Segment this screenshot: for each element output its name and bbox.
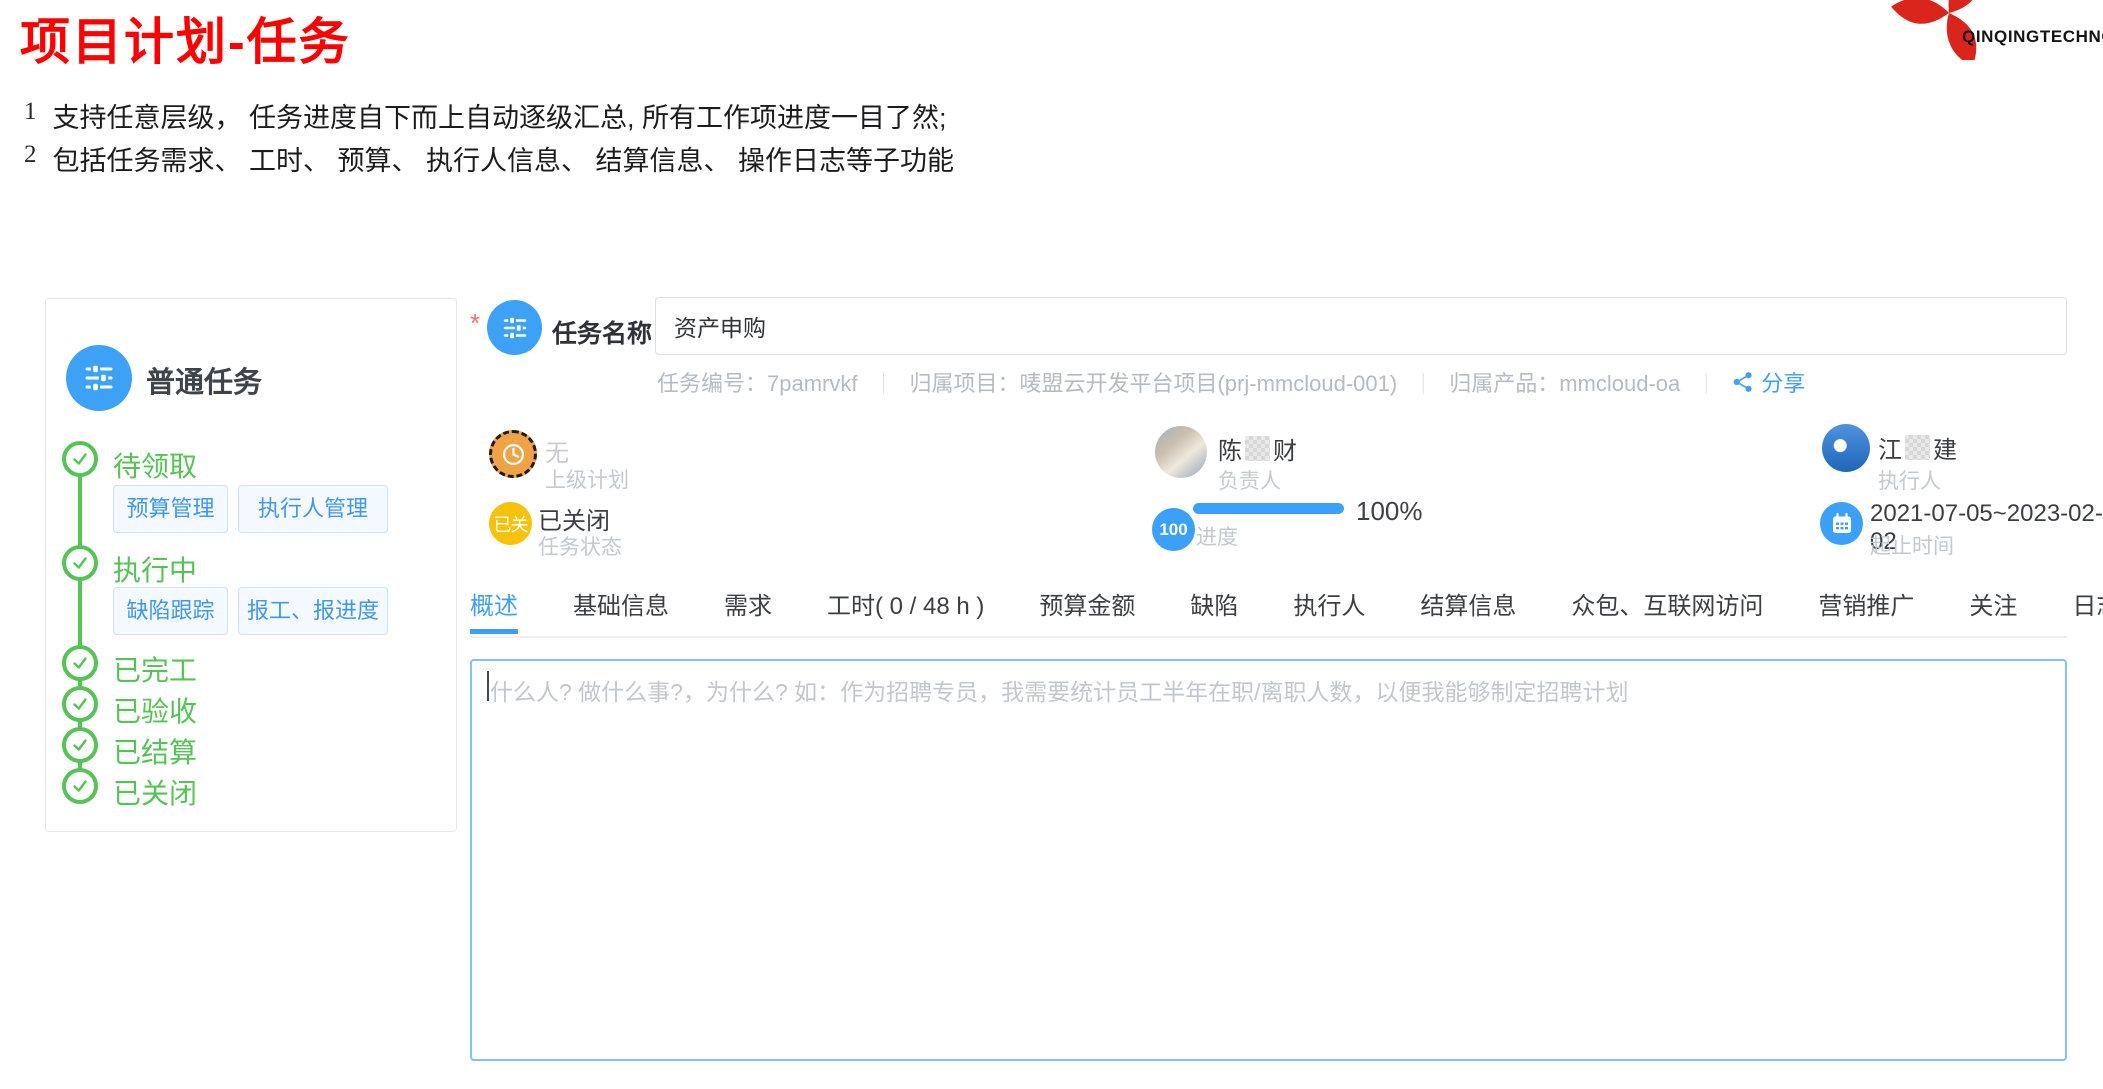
tab-logs[interactable]: 日志 [2072, 586, 2103, 634]
executor-management-button[interactable]: 执行人管理 [238, 485, 388, 533]
feature-bullet-1: 1 支持任意层级， 任务进度自下而上自动逐级汇总, 所有工作项进度一目了然; [24, 96, 947, 135]
meta-divider: ｜ [1413, 368, 1433, 397]
tab-marketing[interactable]: 营销推广 [1818, 586, 1914, 634]
sliders-icon [500, 313, 530, 343]
stage-check-icon [62, 727, 98, 763]
status-label: 任务状态 [538, 531, 622, 561]
task-type-icon [66, 345, 132, 411]
task-project: 归属项目：唛盟云开发平台项目(prj-mmcloud-001) [909, 366, 1397, 398]
executor-name: 江 建 [1878, 430, 1957, 465]
owner-role-label: 负责人 [1218, 465, 1281, 495]
stage-check-icon [62, 441, 98, 477]
tab-defects[interactable]: 缺陷 [1190, 586, 1238, 634]
executor-name-text: 建 [1933, 430, 1957, 465]
sidebar-stage-settled: 已结算 [113, 731, 197, 771]
detail-tabs: 概述 基础信息 需求 工时( 0 / 48 h ) 预算金额 缺陷 执行人 结算… [470, 586, 2103, 634]
parent-plan-clock-icon [489, 430, 537, 478]
owner-avatar [1155, 426, 1207, 478]
brand-name: QINQINGTECHNO [1962, 27, 2103, 47]
progress-percent: 100% [1356, 496, 1423, 527]
task-name-input[interactable] [655, 297, 2067, 355]
bullet-number: 2 [24, 139, 37, 178]
tab-overview[interactable]: 概述 [470, 586, 518, 634]
owner-name-text: 财 [1273, 431, 1297, 466]
executor-avatar [1822, 424, 1870, 472]
tab-settlement[interactable]: 结算信息 [1420, 586, 1516, 634]
sidebar-stage-completed: 已完工 [113, 649, 197, 689]
tab-budget[interactable]: 预算金额 [1039, 586, 1135, 634]
progress-fill [1193, 503, 1344, 514]
parent-plan-value: 无 [545, 433, 569, 468]
page: 项目计划-任务 1 支持任意层级， 任务进度自下而上自动逐级汇总, 所有工作项进… [0, 0, 2103, 1089]
report-progress-button[interactable]: 报工、报进度 [238, 587, 388, 635]
budget-management-button[interactable]: 预算管理 [113, 485, 228, 533]
sidebar-stage-executing: 执行中 [113, 549, 197, 589]
progress-label: 进度 [1196, 521, 1238, 551]
sidebar-stage-accepted: 已验收 [113, 690, 197, 730]
share-label: 分享 [1761, 366, 1805, 398]
workflow-title: 普通任务 [146, 359, 262, 401]
overview-textarea[interactable] [470, 659, 2067, 1061]
progress-bar [1193, 503, 1344, 514]
sidebar-stage-pending: 待领取 [113, 445, 197, 485]
progress-badge: 100 [1152, 508, 1195, 551]
meta-divider: ｜ [1696, 368, 1716, 397]
share-icon [1732, 371, 1754, 393]
owner-name-text: 陈 [1218, 431, 1242, 466]
date-range-calendar-icon [1820, 502, 1863, 545]
meta-divider: ｜ [873, 368, 893, 397]
tabbar-divider [470, 636, 2067, 638]
executor-name-text: 江 [1878, 430, 1902, 465]
task-product: 归属产品：mmcloud-oa [1449, 366, 1680, 398]
task-name-label: 任务名称 [552, 314, 652, 350]
sidebar-stage-closed: 已关闭 [113, 772, 197, 812]
task-meta: 任务编号：7pamrvkf ｜ 归属项目：唛盟云开发平台项目(prj-mmclo… [657, 366, 1805, 398]
bullet-text: 支持任意层级， 任务进度自下而上自动逐级汇总, 所有工作项进度一目了然; [53, 96, 947, 135]
tab-basic-info[interactable]: 基础信息 [573, 586, 669, 634]
stage-check-icon [62, 768, 98, 804]
required-asterisk: * [470, 308, 480, 339]
bullet-text: 包括任务需求、 工时、 预算、 执行人信息、 结算信息、 操作日志等子功能 [53, 139, 955, 178]
task-code: 任务编号：7pamrvkf [657, 366, 857, 398]
tab-follow[interactable]: 关注 [1969, 586, 2017, 634]
executor-role-label: 执行人 [1878, 465, 1941, 495]
date-range-label: 起止时间 [1870, 530, 1954, 560]
tab-executors[interactable]: 执行人 [1293, 586, 1365, 634]
tab-requirements[interactable]: 需求 [724, 586, 772, 634]
defect-tracking-button[interactable]: 缺陷跟踪 [113, 587, 228, 635]
censored-block [1905, 435, 1930, 460]
bullet-number: 1 [24, 96, 37, 135]
stage-check-icon [62, 645, 98, 681]
feature-bullet-2: 2 包括任务需求、 工时、 预算、 执行人信息、 结算信息、 操作日志等子功能 [24, 139, 954, 178]
task-icon [487, 300, 542, 355]
parent-plan-label: 上级计划 [545, 464, 629, 494]
owner-name: 陈 财 [1218, 431, 1297, 466]
tab-crowdsourcing[interactable]: 众包、互联网访问 [1571, 586, 1763, 634]
sliders-icon [81, 360, 117, 396]
text-cursor [487, 671, 489, 701]
stage-check-icon [62, 545, 98, 581]
censored-block [1245, 436, 1270, 461]
workflow-panel: 普通任务 待领取 预算管理 执行人管理 执行中 缺陷跟踪 报工、报进度 已完工 … [45, 298, 457, 832]
page-title: 项目计划-任务 [20, 2, 351, 74]
tab-hours[interactable]: 工时( 0 / 48 h ) [827, 586, 984, 634]
status-badge: 已关 [489, 502, 532, 545]
share-link[interactable]: 分享 [1732, 366, 1805, 398]
stage-check-icon [62, 686, 98, 722]
